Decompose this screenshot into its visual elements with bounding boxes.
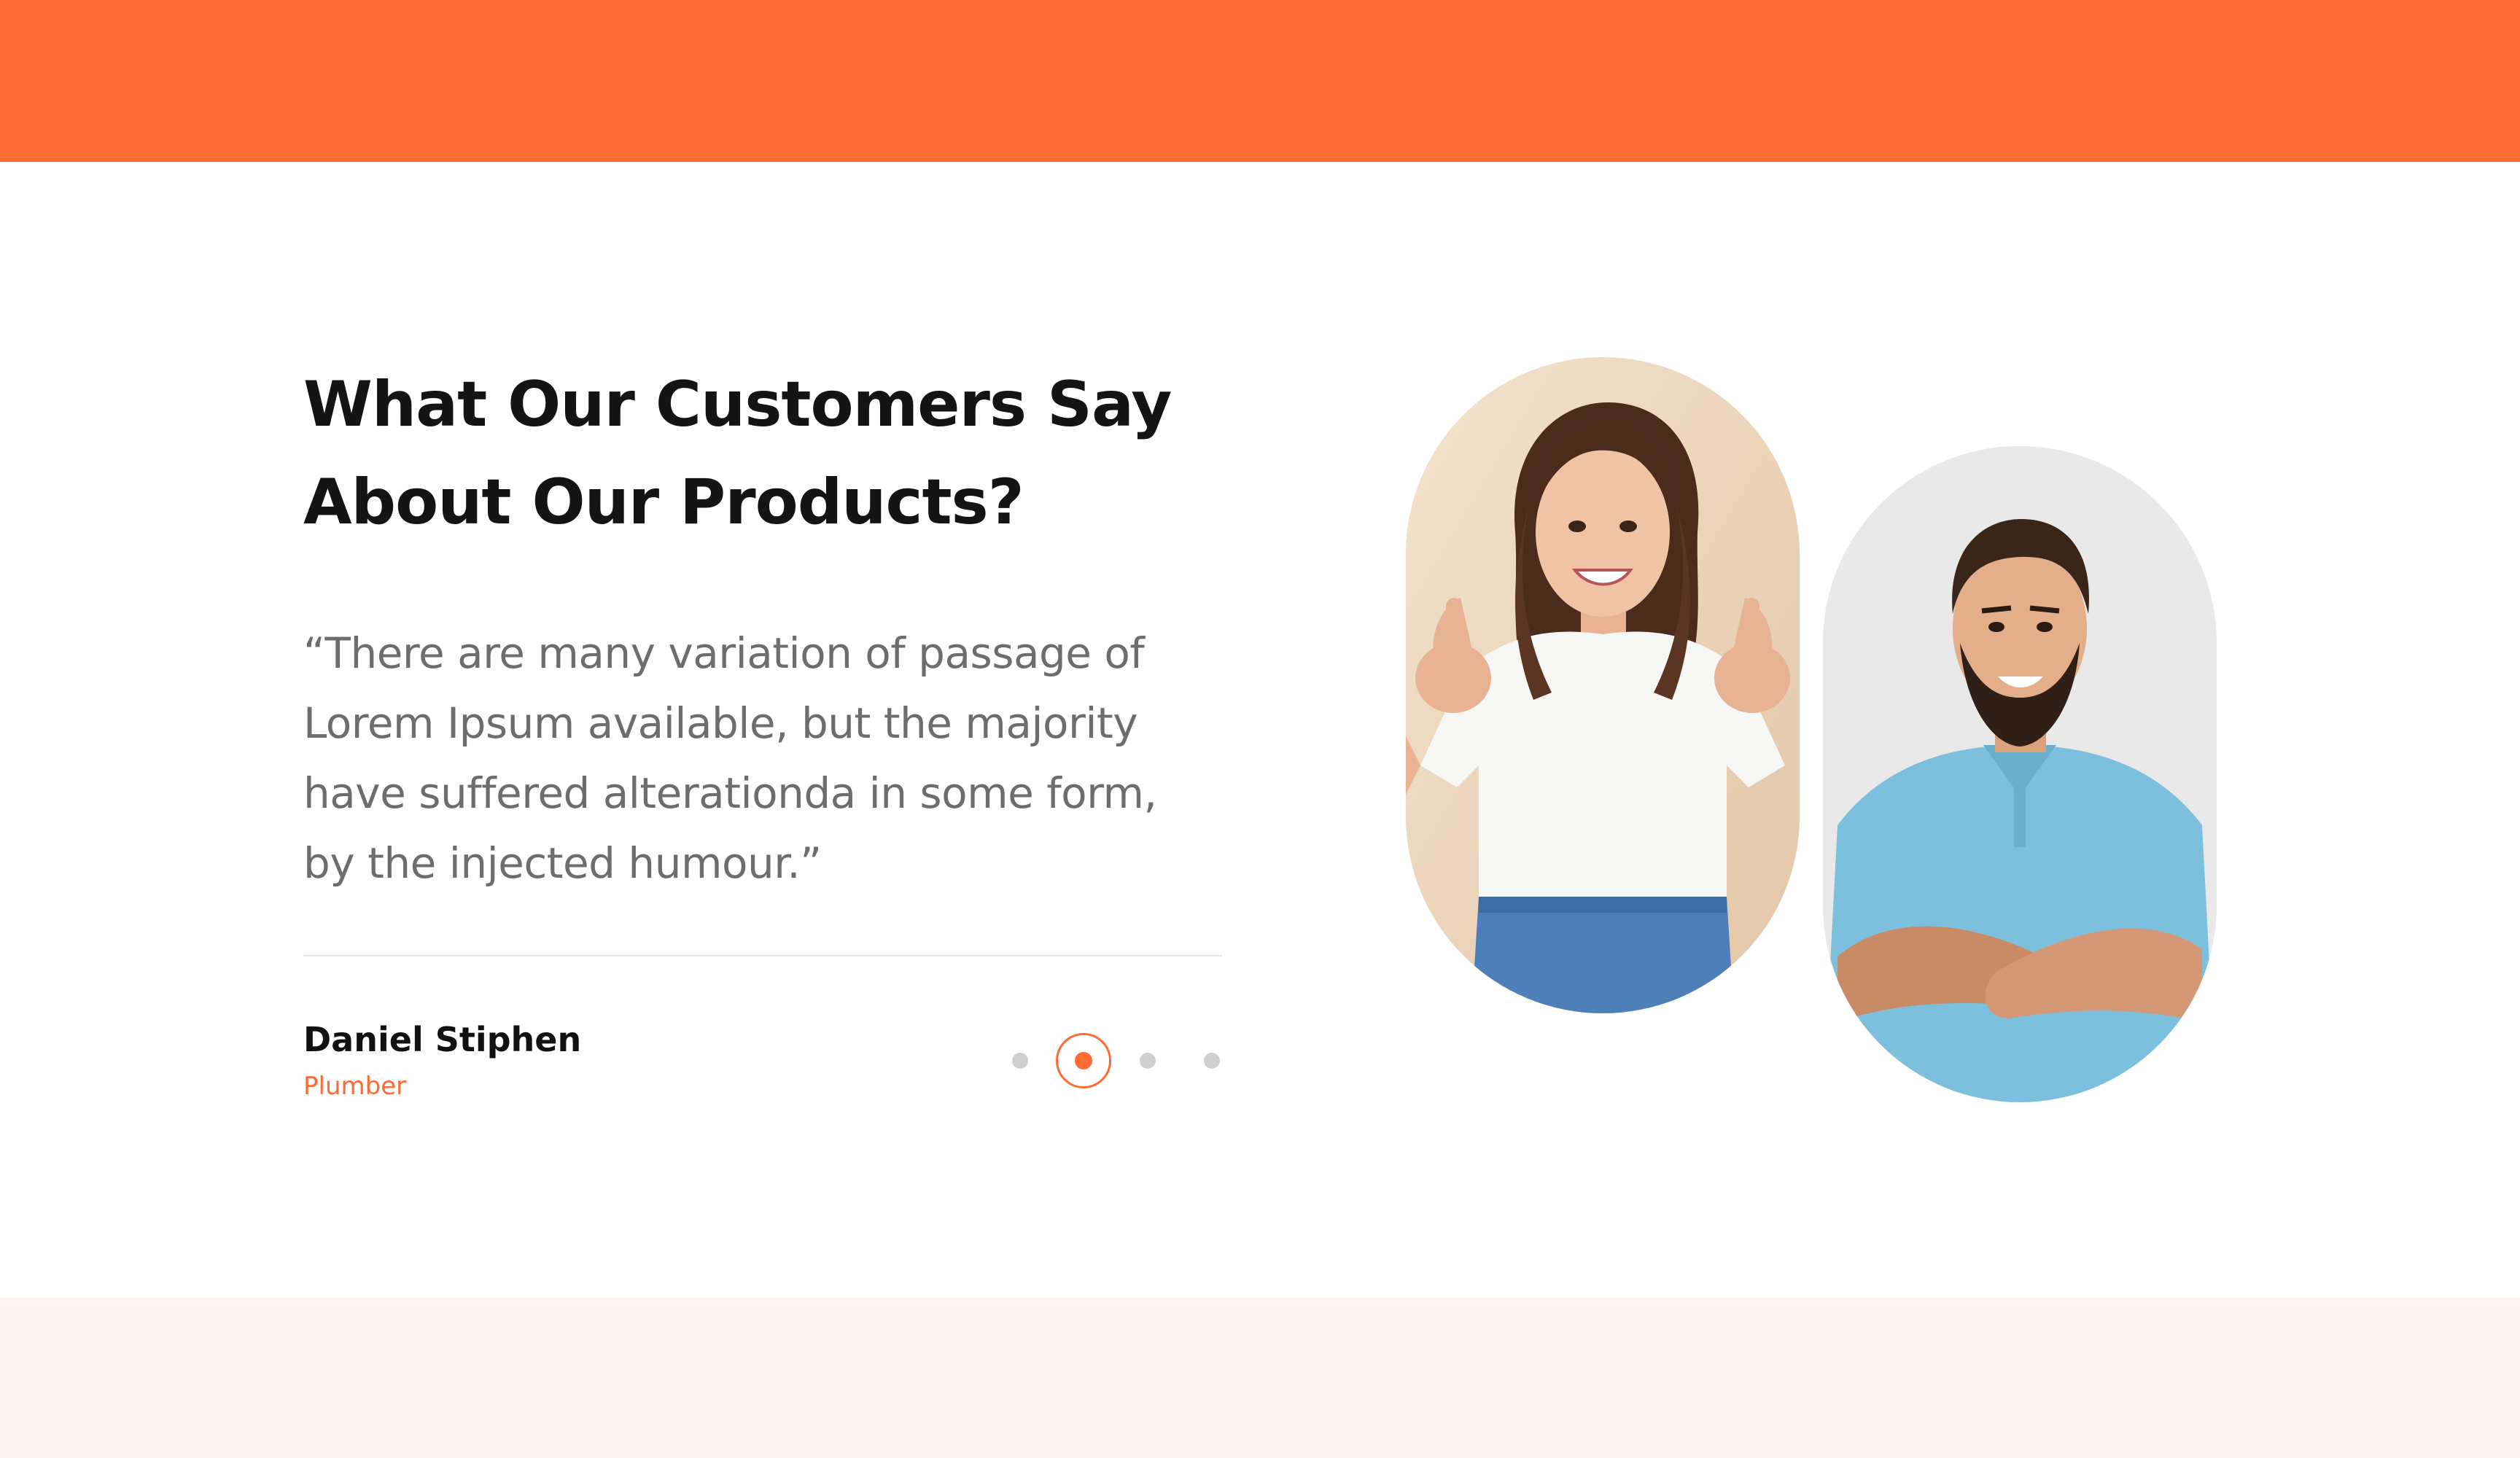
pagination-dot-1[interactable] [1012,1053,1028,1069]
pagination-dot-3[interactable] [1140,1053,1156,1069]
pagination-dot-2-active[interactable] [1056,1033,1111,1088]
customer-photo-woman [1406,357,1800,1013]
pagination-dot-4[interactable] [1204,1053,1220,1069]
quote-divider [303,955,1222,956]
author-name: Daniel Stiphen [303,1020,582,1059]
heading-line-1: What Our Customers Say [303,368,1172,441]
active-dot-center [1075,1052,1092,1069]
quote-line-3: have suffered alterationda in some form, [303,768,1157,818]
author-role: Plumber [303,1072,407,1101]
quote-line-4: by the injected humour.” [303,838,822,888]
section-heading: What Our Customers Say About Our Product… [303,356,1251,551]
customer-photo-man [1823,446,2217,1102]
testimonial-quote: “There are many variation of passage of … [303,618,1229,898]
woman-illustration [1406,357,1800,1013]
slider-pagination [1012,1031,1231,1091]
heading-line-2: About Our Products? [303,466,1024,539]
man-illustration [1823,446,2217,1102]
top-header-bar [0,0,2520,162]
quote-line-1: “There are many variation of passage of [303,628,1145,678]
quote-line-2: Lorem Ipsum available, but the majority [303,698,1138,748]
next-section-band [0,1298,2520,1458]
